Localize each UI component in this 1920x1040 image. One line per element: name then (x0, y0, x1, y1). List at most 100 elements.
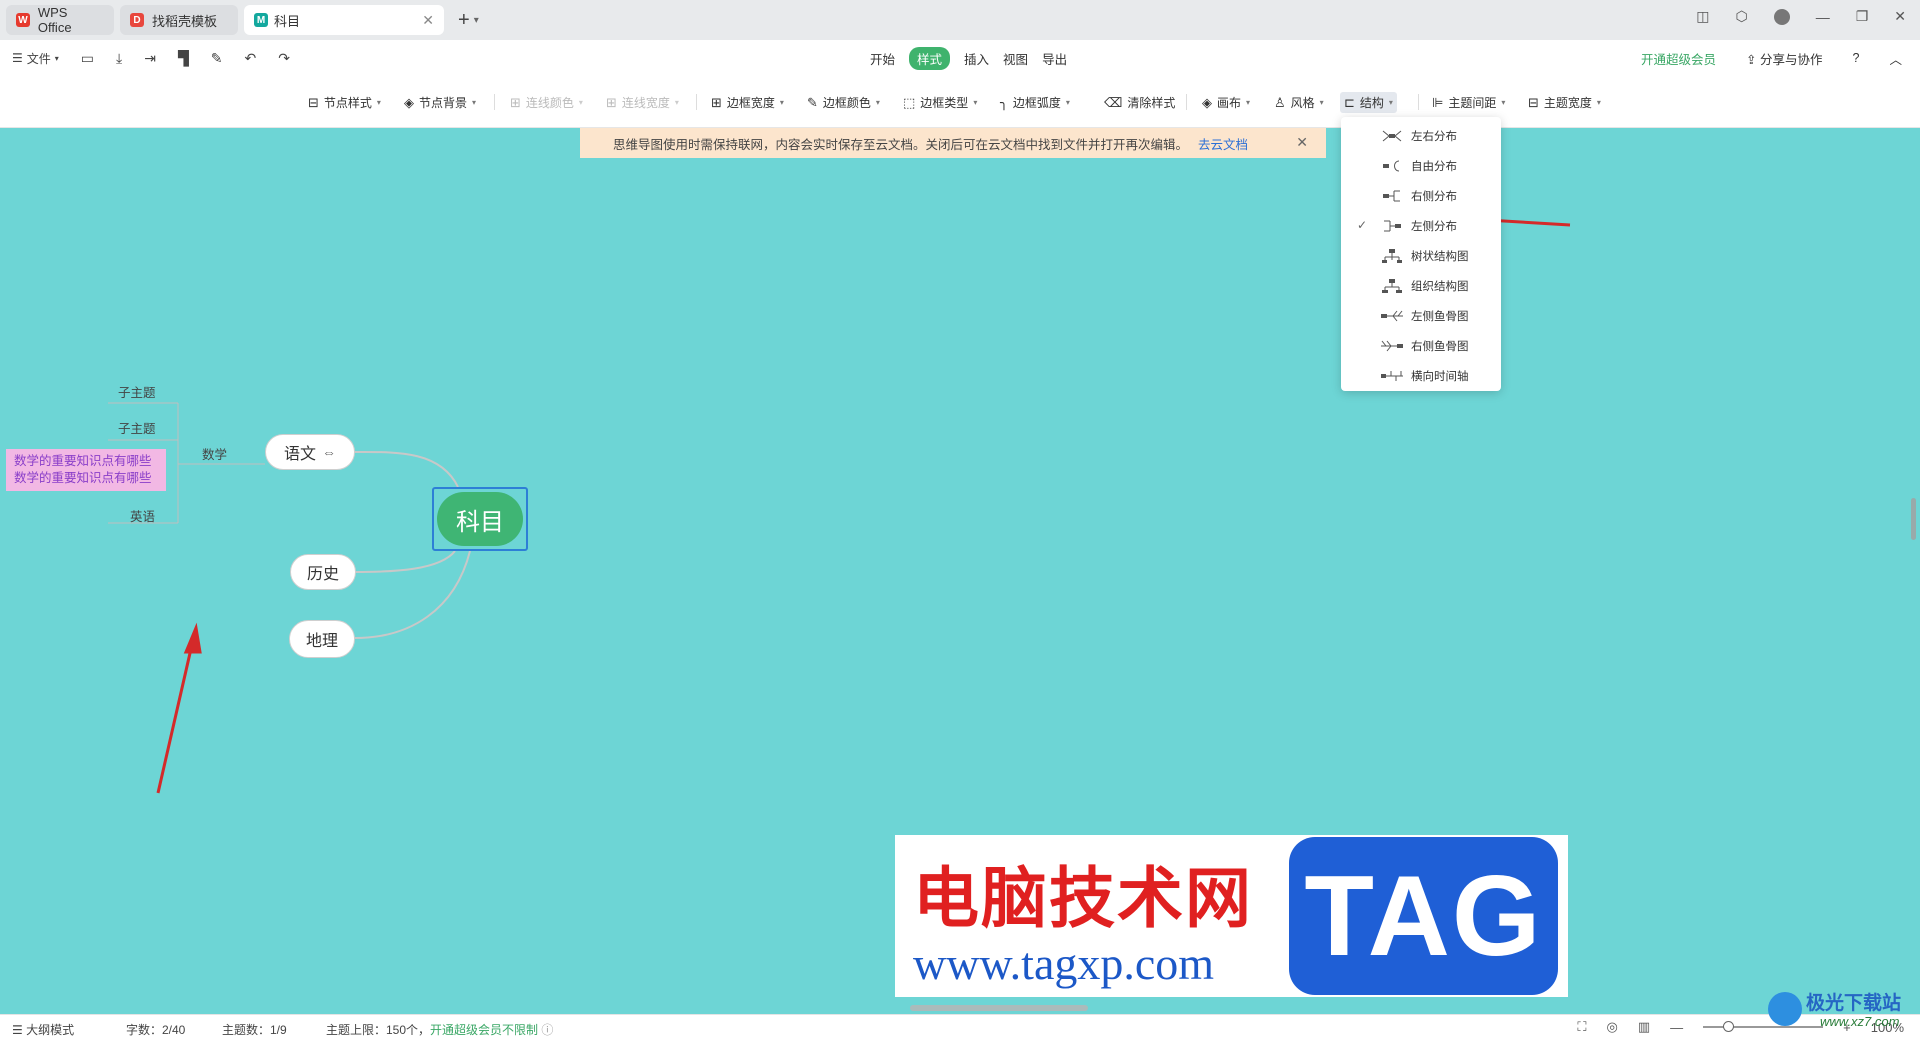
structure-option-timeline[interactable]: 横向时间轴 (1341, 361, 1501, 391)
line-color-icon: ⊞ (510, 94, 521, 110)
close-notice-icon[interactable]: ✕ (1296, 134, 1308, 151)
avatar[interactable] (1773, 8, 1790, 25)
zoom-out-icon[interactable]: — (1670, 1020, 1683, 1035)
structure-option-left-fishbone[interactable]: 左侧鱼骨图 (1341, 301, 1501, 331)
docer-icon: D (130, 13, 144, 27)
collapse-icon[interactable]: ︿ (1889, 49, 1902, 68)
branch-label: 地理 (305, 633, 338, 650)
highlighted-topic[interactable]: 数学的重要知识点有哪些 数学的重要知识点有哪些 (6, 449, 166, 491)
notice-text: 思维导图使用时需保持联网，内容会实时保存至云文档。关闭后可在云文档中找到文件并打… (613, 137, 1189, 152)
restore-icon[interactable]: ❐ (1856, 8, 1869, 25)
close-tab-icon[interactable]: ✕ (422, 12, 434, 29)
export-icon[interactable]: ⇥ (144, 50, 156, 67)
root-topic[interactable]: 科目 (432, 487, 528, 551)
share-button[interactable]: ⇪ 分享与协作 (1746, 49, 1822, 68)
tab-wps-office[interactable]: W WPS Office (6, 5, 114, 35)
save-icon[interactable]: ▭ (81, 50, 94, 67)
structure-icon: ⊏ (1344, 94, 1355, 110)
leaf-subtopic-2[interactable]: 子主题 (118, 418, 156, 437)
structure-option-org[interactable]: 组织结构图 (1341, 271, 1501, 301)
structure-option-free[interactable]: 自由分布 (1341, 151, 1501, 181)
close-window-icon[interactable]: ✕ (1894, 8, 1906, 25)
vip-unlimited-link[interactable]: 开通超级会员不限制 (430, 1023, 538, 1037)
menu-bar: ☰ 文件 ▾ ▭ ⤓ ⇥ ▜ ✎ ↶ ↷ 开始 样式 插入 视图 导出 开通超级… (0, 40, 1920, 76)
chevron-down-icon[interactable]: ▾ (474, 15, 479, 26)
format-painter-icon[interactable]: ▜ (178, 50, 189, 67)
border-width-icon: ⊞ (711, 94, 722, 110)
cube-icon[interactable]: ⬡ (1735, 8, 1747, 25)
menu-style[interactable]: 样式 (909, 46, 951, 70)
clear-style-button[interactable]: ⌫ 清除样式 (1104, 94, 1175, 111)
topic-width-button[interactable]: ⊟ 主题宽度 ▾ (1528, 94, 1601, 111)
structure-option-right-fishbone[interactable]: 右侧鱼骨图 (1341, 331, 1501, 361)
book-icon[interactable]: ▥ (1638, 1019, 1650, 1035)
undo-icon[interactable]: ↶ (244, 50, 256, 67)
leaf-subtopic-english[interactable]: 英语 (130, 506, 155, 525)
file-menu[interactable]: ☰ 文件 ▾ (12, 50, 59, 67)
link-icon[interactable]: ⇔ (322, 444, 336, 460)
caret-icon: ▾ (779, 98, 784, 107)
outline-mode-button[interactable]: ☰ 大纲模式 (12, 1021, 74, 1038)
info-icon[interactable]: ⓘ (541, 1023, 553, 1037)
corner-logo-text: 极光下载站 (1806, 992, 1902, 1014)
border-color-label: 边框颜色 (822, 96, 871, 110)
caret-icon: ▾ (1319, 98, 1324, 107)
outline-mode-label: 大纲模式 (26, 1023, 75, 1037)
border-radius-button[interactable]: ╮ 边框弧度 ▾ (1000, 94, 1070, 111)
node-style-button[interactable]: ⊟ 节点样式 ▾ (308, 94, 381, 111)
menu-export[interactable]: 导出 (1042, 49, 1067, 68)
topic-spacing-button[interactable]: ⊫ 主题间距 ▾ (1432, 94, 1505, 111)
fit-screen-icon[interactable]: ⛶ (1577, 1019, 1586, 1035)
leaf-subtopic-1[interactable]: 子主题 (118, 382, 156, 401)
caret-icon: ▾ (973, 98, 978, 107)
pen-icon[interactable]: ✎ (211, 50, 223, 67)
layout-icon[interactable]: ◫ (1696, 8, 1709, 25)
go-cloud-docs-link[interactable]: 去云文档 (1198, 134, 1248, 153)
line-width-label: 连线宽度 (621, 96, 670, 110)
branch-topic-dili[interactable]: 地理 (289, 620, 355, 658)
node-bg-button[interactable]: ◈ 节点背景 ▾ (404, 94, 476, 111)
border-type-button[interactable]: ⬚ 边框类型 ▾ (903, 94, 977, 111)
corner-site-logo: 极光下载站 www.xz7.com (1762, 984, 1912, 1036)
watermark-banner: 电脑技术网 www.tagxp.com TAG (895, 835, 1568, 997)
style-toolbar: ⊟ 节点样式 ▾ ◈ 节点背景 ▾ ⊞ 连线颜色 ▾ ⊞ 连线宽度 ▾ ⊞ 边框… (0, 76, 1920, 128)
caret-icon: ▾ (875, 98, 880, 107)
watermark-url: www.tagxp.com (913, 938, 1215, 989)
structure-option-right[interactable]: 右侧分布 (1341, 181, 1501, 211)
menu-insert[interactable]: 插入 (964, 49, 989, 68)
file-menu-label: 文件 (26, 51, 51, 66)
structure-button[interactable]: ⊏ 结构 ▾ (1340, 92, 1397, 113)
tab-docer-templates[interactable]: D 找稻壳模板 (120, 5, 238, 35)
canvas-button[interactable]: ◈ 画布 ▾ (1202, 94, 1250, 111)
line-width-button[interactable]: ⊞ 连线宽度 ▾ (606, 94, 679, 111)
structure-option-left-right[interactable]: 左右分布 (1341, 121, 1501, 151)
horizontal-scrollbar[interactable] (910, 1005, 1088, 1011)
border-color-button[interactable]: ✎ 边框颜色 ▾ (807, 94, 880, 111)
help-icon[interactable]: ? (1853, 51, 1860, 65)
tab-mindmap-doc[interactable]: M 科目 ✕ (244, 5, 444, 35)
vip-button[interactable]: 开通超级会员 (1641, 49, 1716, 68)
redo-icon[interactable]: ↷ (278, 50, 290, 67)
structure-option-tree[interactable]: 树状结构图 (1341, 241, 1501, 271)
structure-dropdown: 左右分布 自由分布 右侧分布 ✓ 左侧分布 树状结构图 组织结构图 左侧鱼骨图 … (1341, 117, 1501, 391)
option-label: 树状结构图 (1411, 251, 1469, 263)
menu-view[interactable]: 视图 (1003, 49, 1028, 68)
zoom-slider-knob[interactable] (1723, 1021, 1735, 1032)
subtopic-shuxue[interactable]: 数学 (202, 444, 227, 463)
theme-style-button[interactable]: ♙ 风格 ▾ (1274, 94, 1324, 111)
branch-topic-lishi[interactable]: 历史 (290, 554, 356, 590)
new-tab-icon[interactable]: + (458, 9, 470, 32)
structure-option-left[interactable]: ✓ 左侧分布 (1341, 211, 1501, 241)
menu-start[interactable]: 开始 (870, 49, 895, 68)
vertical-scrollbar[interactable] (1911, 498, 1916, 540)
caret-icon: ▾ (1596, 98, 1601, 107)
branch-topic-yuwen[interactable]: 语文 ⇔ (265, 434, 355, 470)
download-icon[interactable]: ⤓ (116, 50, 122, 67)
border-width-button[interactable]: ⊞ 边框宽度 ▾ (711, 94, 784, 111)
line-color-button[interactable]: ⊞ 连线颜色 ▾ (510, 94, 583, 111)
locate-icon[interactable]: ◎ (1607, 1019, 1618, 1035)
caret-icon: ▾ (1246, 98, 1251, 107)
topic-spacing-label: 主题间距 (1448, 96, 1497, 110)
minimize-icon[interactable]: — (1816, 9, 1830, 25)
corner-logo-url: www.xz7.com (1820, 1014, 1900, 1029)
